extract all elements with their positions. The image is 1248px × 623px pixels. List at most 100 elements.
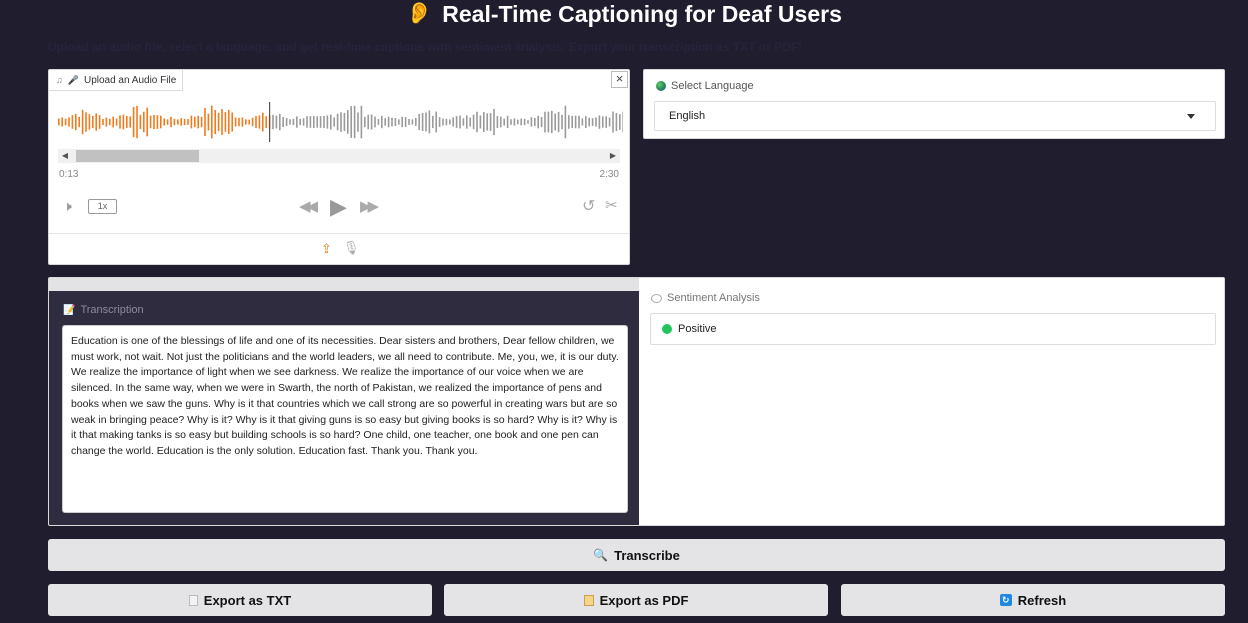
waveform-bar (313, 116, 315, 128)
waveform-bar (95, 113, 97, 131)
audio-waveform[interactable] (57, 100, 623, 144)
waveform-bar (112, 116, 114, 128)
scroll-right-icon[interactable]: ▶ (608, 150, 618, 162)
waveform-bar (166, 119, 169, 125)
waveform-bar (544, 111, 546, 133)
transcribe-button[interactable]: 🔍 Transcribe (48, 539, 1225, 571)
record-microphone-icon[interactable]: 🎙 (343, 240, 360, 256)
waveform-bar (78, 116, 80, 128)
waveform-bar (306, 116, 308, 128)
scissors-icon[interactable]: ✂ (605, 196, 618, 214)
waveform-bar (408, 119, 410, 125)
waveform-bar (510, 119, 512, 125)
language-label: Select Language (671, 80, 754, 92)
transcription-label: Transcription (80, 304, 144, 316)
waveform-bar (228, 109, 230, 134)
waveform-bar (598, 115, 601, 129)
refresh-icon: ↻ (999, 594, 1012, 606)
refresh-label: Refresh (1017, 592, 1067, 608)
waveform-bar (238, 117, 240, 127)
waveform-bar (564, 105, 567, 139)
scroll-icon (583, 594, 594, 606)
volume-icon[interactable]: 🕨 (63, 198, 72, 215)
waveform-bar (309, 116, 312, 128)
waveform-bar (374, 116, 376, 128)
waveform-bar (387, 116, 390, 128)
waveform-bar (255, 116, 257, 129)
waveform-bar (466, 115, 468, 129)
waveform-bar (442, 118, 444, 126)
language-selected-value: English (669, 110, 706, 122)
waveform-bar (608, 117, 611, 127)
playback-controls: 🕨 1x ◀◀ ▶ ▶▶ ↺ ✂ (49, 194, 629, 220)
play-icon[interactable]: ▶ (330, 194, 347, 220)
playback-speed-button[interactable]: 1x (88, 199, 117, 214)
waveform-bar (350, 106, 352, 138)
waveform-bar (612, 111, 614, 133)
export-txt-button[interactable]: Export as TXT (48, 584, 432, 616)
waveform-bar (581, 118, 584, 126)
waveform-bar (520, 118, 522, 126)
waveform-bar (527, 120, 529, 124)
rewind-icon[interactable]: ◀◀ (299, 197, 318, 215)
export-pdf-button[interactable]: Export as PDF (444, 584, 828, 616)
waveform-bar (245, 119, 247, 125)
waveform-bar (411, 119, 414, 125)
app-title-bar: 👂 Real-Time Captioning for Deaf Users (0, 0, 1248, 28)
scrollbar-thumb[interactable] (76, 150, 199, 162)
waveform-bar (279, 113, 281, 131)
waveform-bar (391, 117, 393, 127)
waveform-bar (476, 111, 478, 133)
waveform-bar (241, 117, 244, 127)
waveform-bar (217, 112, 220, 132)
waveform-bar (139, 114, 142, 130)
waveform-bar (143, 111, 145, 133)
magnifier-icon: 🔍 (593, 548, 609, 562)
waveform-bar (503, 118, 505, 126)
waveform-bar (347, 110, 349, 134)
waveform-bar (415, 118, 417, 126)
waveform-scrollbar[interactable]: ◀ ▶ (58, 149, 620, 163)
close-audio-button[interactable]: × (611, 71, 628, 88)
sentiment-output: Positive (650, 313, 1216, 345)
waveform-bar (132, 106, 135, 138)
transcribe-button-label: Transcribe (614, 547, 680, 563)
results-row: 📝 Transcription Education is one of the … (48, 277, 1225, 526)
audio-tab[interactable]: ♫ 🎤 Upload an Audio File (49, 70, 183, 91)
speech-bubble-icon (651, 293, 662, 303)
waveform-bar (425, 112, 427, 132)
upload-icon[interactable]: ⇪ (321, 241, 332, 257)
waveform-bar (194, 116, 196, 128)
waveform-bar (605, 116, 607, 128)
waveform-bar (105, 117, 108, 127)
waveform-bar (472, 114, 475, 130)
reset-icon[interactable]: ↺ (582, 196, 595, 216)
waveform-bar (357, 112, 359, 132)
document-icon (188, 594, 198, 606)
fast-forward-icon[interactable]: ▶▶ (360, 197, 379, 215)
waveform-bar (540, 116, 543, 128)
language-dropdown[interactable]: English (654, 101, 1216, 131)
waveform-bar (88, 114, 91, 130)
waveform-bar (401, 116, 403, 128)
waveform-bar (360, 105, 363, 139)
waveform-bar (234, 117, 237, 127)
waveform-bar (68, 117, 70, 127)
sentiment-label: Sentiment Analysis (667, 292, 760, 304)
refresh-button[interactable]: ↻ Refresh (841, 584, 1225, 616)
waveform-bar (333, 117, 335, 127)
audio-tab-label: Upload an Audio File (83, 74, 177, 86)
chevron-down-icon (1187, 114, 1195, 119)
audio-source-bar: ⇪ 🎙 (49, 233, 629, 264)
waveform-bar (85, 112, 87, 132)
waveform-bar (370, 114, 373, 130)
export-txt-label: Export as TXT (203, 592, 292, 608)
waveform-bar (330, 114, 332, 130)
playhead[interactable] (269, 102, 271, 142)
waveform-bar (622, 111, 623, 133)
waveform-bar (75, 113, 77, 131)
transcription-textarea[interactable]: Education is one of the blessings of lif… (62, 325, 628, 513)
waveform-bar (428, 110, 431, 134)
waveform-bar (493, 108, 495, 136)
scroll-left-icon[interactable]: ◀ (60, 150, 70, 162)
